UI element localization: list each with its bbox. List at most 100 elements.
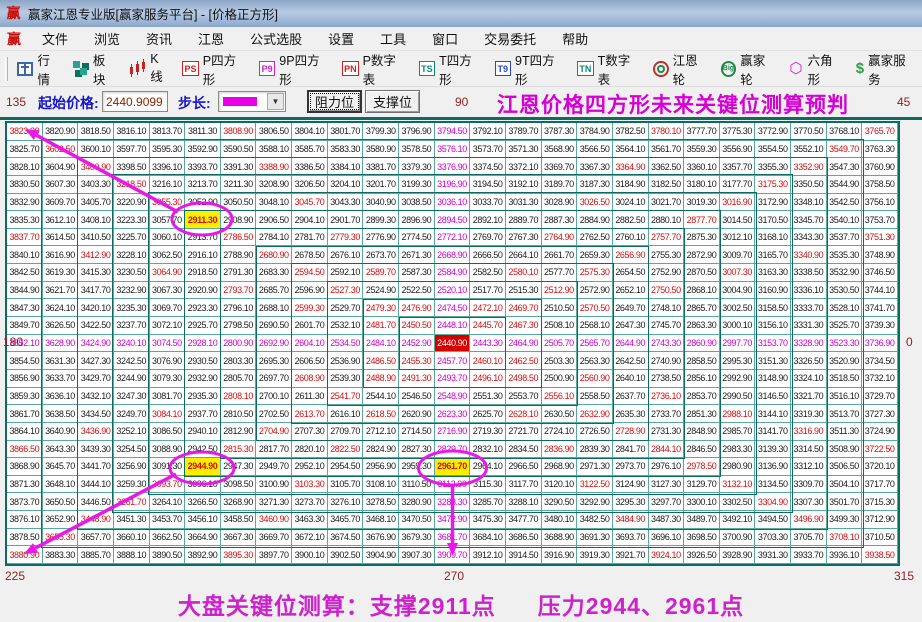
grid-cell[interactable]: 3616.90 bbox=[43, 246, 79, 264]
resistance-button[interactable]: 阻力位 bbox=[307, 90, 362, 113]
grid-cell[interactable]: 3403.30 bbox=[78, 176, 114, 194]
grid-cell[interactable]: 2940.10 bbox=[185, 423, 221, 441]
grid-cell[interactable]: 3885.70 bbox=[78, 546, 114, 564]
grid-cell[interactable]: 3873.70 bbox=[7, 493, 43, 511]
grid-cell[interactable]: 3700.90 bbox=[720, 529, 756, 547]
grid-cell[interactable]: 3631.30 bbox=[43, 352, 79, 370]
grid-cell[interactable]: 2654.50 bbox=[613, 264, 649, 282]
grid-cell[interactable]: 2805.70 bbox=[221, 370, 257, 388]
grid-cell[interactable]: 3684.10 bbox=[470, 529, 506, 547]
grid-cell[interactable]: 2774.50 bbox=[399, 229, 435, 247]
grid-cell[interactable]: 2887.30 bbox=[542, 211, 578, 229]
grid-cell[interactable]: 3816.10 bbox=[114, 123, 150, 141]
grid-cell[interactable]: 3436.90 bbox=[78, 423, 114, 441]
grid-cell[interactable]: 3026.50 bbox=[577, 194, 613, 212]
grid-cell[interactable]: 3261.70 bbox=[114, 493, 150, 511]
grid-cell[interactable]: 3007.30 bbox=[720, 264, 756, 282]
grid-cell[interactable]: 3933.70 bbox=[791, 546, 827, 564]
grid-cell[interactable]: 3084.10 bbox=[150, 405, 186, 423]
grid-cell[interactable]: 2623.30 bbox=[435, 405, 471, 423]
grid-cell[interactable]: 2484.10 bbox=[363, 335, 399, 353]
grid-cell[interactable]: 3528.10 bbox=[827, 299, 863, 317]
grid-cell[interactable]: 3578.50 bbox=[399, 141, 435, 159]
grid-cell[interactable]: 2606.50 bbox=[292, 352, 328, 370]
grid-cell[interactable]: 2553.70 bbox=[506, 388, 542, 406]
grid-cell[interactable]: 3230.50 bbox=[114, 264, 150, 282]
grid-cell[interactable]: 3057.70 bbox=[150, 211, 186, 229]
grid-cell[interactable]: 3400.90 bbox=[78, 158, 114, 176]
grid-cell[interactable]: 3564.10 bbox=[613, 141, 649, 159]
grid-cell[interactable]: 3468.10 bbox=[363, 511, 399, 529]
grid-cell[interactable]: 2520.10 bbox=[435, 282, 471, 300]
grid-cell[interactable]: 2608.90 bbox=[292, 370, 328, 388]
grid-cell[interactable]: 2952.10 bbox=[292, 458, 328, 476]
grid-cell[interactable]: 3388.90 bbox=[256, 158, 292, 176]
grid-cell[interactable]: 2620.90 bbox=[399, 405, 435, 423]
grid-cell[interactable]: 3828.10 bbox=[7, 158, 43, 176]
grid-cell[interactable]: 3043.30 bbox=[328, 194, 364, 212]
grid-cell[interactable]: 3350.50 bbox=[791, 176, 827, 194]
grid-cell[interactable]: 2896.90 bbox=[399, 211, 435, 229]
grid-cell[interactable]: 2534.50 bbox=[328, 335, 364, 353]
grid-cell[interactable]: 3909.70 bbox=[435, 546, 471, 564]
grid-cell[interactable]: 2812.90 bbox=[221, 423, 257, 441]
grid-cell[interactable]: 3396.10 bbox=[150, 158, 186, 176]
grid-cell[interactable]: 3019.30 bbox=[684, 194, 720, 212]
grid-cell[interactable]: 3004.90 bbox=[720, 282, 756, 300]
grid-cell[interactable]: 3636.10 bbox=[43, 388, 79, 406]
grid-cell[interactable]: 3290.50 bbox=[542, 493, 578, 511]
grid-cell[interactable]: 2904.10 bbox=[292, 211, 328, 229]
grid-cell[interactable]: 3895.30 bbox=[221, 546, 257, 564]
grid-cell[interactable]: 3832.90 bbox=[7, 194, 43, 212]
grid-cell[interactable]: 2942.50 bbox=[185, 441, 221, 459]
grid-cell[interactable]: 3837.70 bbox=[7, 229, 43, 247]
grid-cell[interactable]: 3280.90 bbox=[399, 493, 435, 511]
grid-cell[interactable]: 2728.90 bbox=[613, 423, 649, 441]
grid-cell[interactable]: 3703.30 bbox=[755, 529, 791, 547]
grid-cell[interactable]: 3040.90 bbox=[363, 194, 399, 212]
grid-cell[interactable]: 3304.90 bbox=[755, 493, 791, 511]
grid-cell[interactable]: 3691.30 bbox=[577, 529, 613, 547]
grid-cell[interactable]: 2673.70 bbox=[363, 246, 399, 264]
grid-cell[interactable]: 2932.90 bbox=[185, 370, 221, 388]
grid-cell[interactable]: 2661.70 bbox=[542, 246, 578, 264]
grid-cell[interactable]: 3523.30 bbox=[827, 335, 863, 353]
grid-cell[interactable]: 3835.30 bbox=[7, 211, 43, 229]
grid-cell[interactable]: 3033.70 bbox=[470, 194, 506, 212]
grid-cell[interactable]: 3825.70 bbox=[7, 141, 43, 159]
grid-cell[interactable]: 2733.70 bbox=[649, 405, 685, 423]
grid-cell[interactable]: 2846.50 bbox=[684, 441, 720, 459]
grid-cell[interactable]: 2784.10 bbox=[256, 229, 292, 247]
grid-cell[interactable]: 2721.70 bbox=[506, 423, 542, 441]
grid-cell[interactable]: 3866.50 bbox=[7, 441, 43, 459]
grid-cell[interactable]: 2630.50 bbox=[542, 405, 578, 423]
grid-cell[interactable]: 3312.10 bbox=[791, 458, 827, 476]
grid-cell[interactable]: 3052.90 bbox=[185, 194, 221, 212]
grid-cell[interactable]: 3283.30 bbox=[435, 493, 471, 511]
grid-cell[interactable]: 3640.90 bbox=[43, 423, 79, 441]
grid-cell[interactable]: 3434.50 bbox=[78, 405, 114, 423]
grid-cell[interactable]: 3511.30 bbox=[827, 423, 863, 441]
grid-cell[interactable]: 2964.10 bbox=[470, 458, 506, 476]
grid-cell[interactable]: 2616.10 bbox=[328, 405, 364, 423]
grid-cell[interactable]: 3902.50 bbox=[328, 546, 364, 564]
toolbar-item-9p-square[interactable]: P99P四方形 bbox=[253, 47, 336, 91]
grid-cell[interactable]: 3228.10 bbox=[114, 246, 150, 264]
toolbar-item-p-numtable[interactable]: PNP数字表 bbox=[336, 47, 413, 91]
grid-cell[interactable]: 2788.90 bbox=[221, 246, 257, 264]
grid-cell[interactable]: 3158.50 bbox=[755, 299, 791, 317]
grid-cell[interactable]: 3000.10 bbox=[720, 317, 756, 335]
grid-cell[interactable]: 2493.70 bbox=[435, 370, 471, 388]
grid-cell[interactable]: 2908.90 bbox=[221, 211, 257, 229]
grid-cell[interactable]: 3369.70 bbox=[542, 158, 578, 176]
grid-cell[interactable]: 2628.10 bbox=[506, 405, 542, 423]
grid-cell[interactable]: 3384.10 bbox=[328, 158, 364, 176]
grid-cell[interactable]: 3355.30 bbox=[755, 158, 791, 176]
grid-cell[interactable]: 3604.90 bbox=[43, 158, 79, 176]
grid-cell[interactable]: 2976.10 bbox=[649, 458, 685, 476]
grid-cell[interactable]: 2769.70 bbox=[470, 229, 506, 247]
grid-cell[interactable]: 3139.30 bbox=[755, 441, 791, 459]
grid-cell[interactable]: 2707.30 bbox=[292, 423, 328, 441]
grid-cell[interactable]: 2704.90 bbox=[256, 423, 292, 441]
grid-cell[interactable]: 3295.30 bbox=[613, 493, 649, 511]
